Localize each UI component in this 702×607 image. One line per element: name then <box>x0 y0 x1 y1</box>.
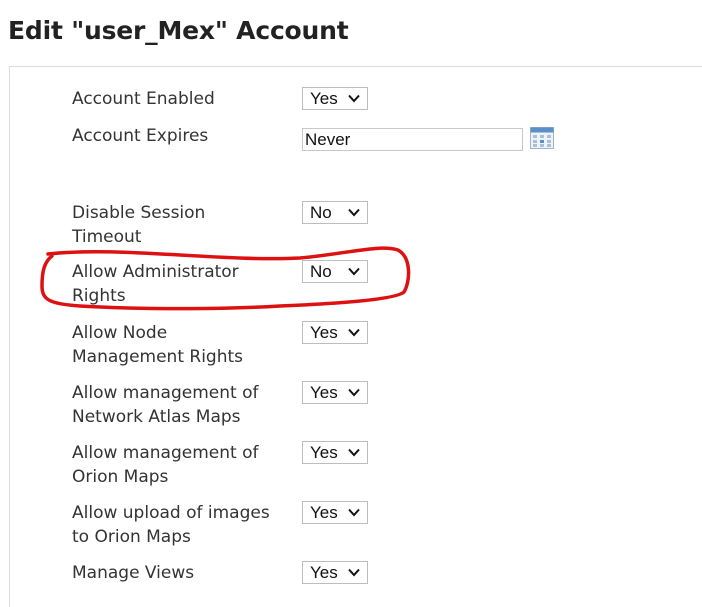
setting-label: Account Expires <box>72 126 209 146</box>
allow-administrator-rights-select[interactable]: No <box>302 260 368 283</box>
setting-label: Allow Administrator Rights <box>72 262 239 306</box>
select-value: Yes <box>310 383 338 402</box>
calendar-icon[interactable] <box>530 127 554 149</box>
select-value: Yes <box>310 503 338 522</box>
setting-label: Allow upload of images to Orion Maps <box>72 503 270 547</box>
chevron-down-icon <box>348 267 360 276</box>
manage-views-select[interactable]: Yes <box>302 561 368 584</box>
disable-session-timeout-select[interactable]: No <box>302 201 368 224</box>
select-value: Yes <box>310 323 338 342</box>
setting-label: Account Enabled <box>72 89 215 109</box>
chevron-down-icon <box>348 328 360 337</box>
select-value: No <box>310 262 332 281</box>
account-expires-input[interactable]: Never <box>302 128 523 151</box>
chevron-down-icon <box>348 448 360 457</box>
orion-maps-select[interactable]: Yes <box>302 441 368 464</box>
setting-label: Allow Node Management Rights <box>72 323 244 367</box>
chevron-down-icon <box>348 508 360 517</box>
account-settings-panel: Account Enabled Yes Account Expires Neve… <box>9 66 702 607</box>
chevron-down-icon <box>348 388 360 397</box>
setting-label: Disable Session Timeout <box>72 203 206 247</box>
setting-label: Allow management of Orion Maps <box>72 443 259 487</box>
select-value: Yes <box>310 563 338 582</box>
allow-node-management-rights-select[interactable]: Yes <box>302 321 368 344</box>
chevron-down-icon <box>348 94 360 103</box>
page-title: Edit "user_Mex" Account <box>8 16 349 45</box>
account-enabled-select[interactable]: Yes <box>302 87 368 110</box>
setting-label: Manage Views <box>72 563 195 583</box>
chevron-down-icon <box>348 208 360 217</box>
setting-label: Allow management of Network Atlas Maps <box>72 383 259 427</box>
select-value: No <box>310 203 332 222</box>
select-value: Yes <box>310 443 338 462</box>
network-atlas-maps-select[interactable]: Yes <box>302 381 368 404</box>
upload-images-orion-maps-select[interactable]: Yes <box>302 501 368 524</box>
select-value: Yes <box>310 89 338 108</box>
chevron-down-icon <box>348 568 360 577</box>
